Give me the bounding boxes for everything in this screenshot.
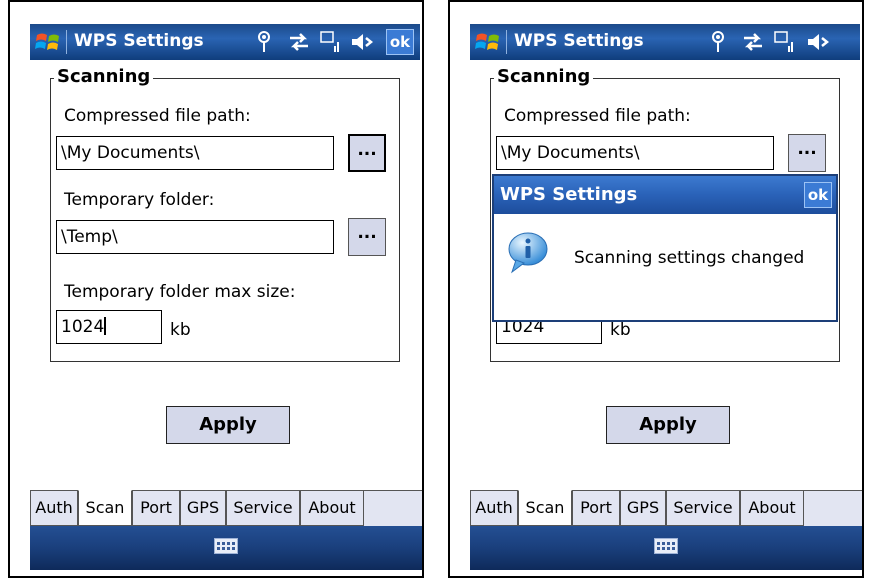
3g-signal-icon[interactable] [774,30,796,54]
compressed-path-value: \My Documents\ [61,143,200,163]
keyboard-icon[interactable] [214,538,238,554]
tab-auth[interactable]: Auth [30,490,78,526]
settings-screen-right: WPS Settings Scanning Compressed file pa… [448,0,864,578]
tab-scan[interactable]: Scan [518,490,572,526]
compressed-path-field[interactable]: \My Documents\ [496,136,774,170]
speaker-icon[interactable] [350,30,374,54]
compressed-path-value: \My Documents\ [501,143,640,163]
group-label: Scanning [494,66,594,87]
dialog-title: WPS Settings [500,184,638,205]
max-size-field[interactable]: 1024 [56,310,162,344]
message-dialog: WPS Settings ok Scanning settings change… [492,174,838,322]
max-size-unit: kb [170,320,191,340]
tab-bar: Auth Scan Port GPS Service About [30,490,422,527]
compressed-path-field[interactable]: \My Documents\ [56,136,334,170]
info-icon [508,232,548,274]
apply-button[interactable]: Apply [606,406,730,444]
title-separator [66,30,67,54]
group-label: Scanning [54,66,154,87]
antenna-icon[interactable] [256,30,272,54]
data-transfer-icon[interactable] [742,30,764,54]
title-bar: WPS Settings ok [30,24,420,60]
tab-port[interactable]: Port [132,490,180,526]
tab-service[interactable]: Service [666,490,740,526]
tab-about[interactable]: About [740,490,804,526]
windows-start-icon[interactable] [34,29,62,55]
window-title: WPS Settings [74,31,204,51]
soft-key-bar [470,526,862,570]
temp-folder-field[interactable]: \Temp\ [56,220,334,254]
title-separator [506,30,507,54]
tab-bar: Auth Scan Port GPS Service About [470,490,862,527]
3g-signal-icon[interactable] [320,30,342,54]
windows-start-icon[interactable] [474,29,502,55]
dialog-ok-button[interactable]: ok [804,182,832,208]
title-bar: WPS Settings [470,24,860,60]
temp-folder-value: \Temp\ [61,227,118,247]
settings-screen-left: WPS Settings ok Scanning Compressed file… [8,0,424,578]
data-transfer-icon[interactable] [288,30,310,54]
apply-button[interactable]: Apply [166,406,290,444]
tab-about[interactable]: About [300,490,364,526]
window-title: WPS Settings [514,31,644,51]
tab-auth[interactable]: Auth [470,490,518,526]
temp-folder-browse-button[interactable]: ... [348,218,386,256]
text-cursor [104,317,107,335]
max-size-unit: kb [610,320,631,340]
tab-gps[interactable]: GPS [180,490,226,526]
speaker-icon[interactable] [806,30,830,54]
dialog-message: Scanning settings changed [574,248,805,268]
soft-key-bar [30,526,422,570]
temp-folder-label: Temporary folder: [64,190,215,210]
compressed-path-browse-button[interactable]: ... [788,134,826,172]
tab-port[interactable]: Port [572,490,620,526]
compressed-path-label: Compressed file path: [504,106,691,126]
ok-button[interactable]: ok [386,29,414,55]
compressed-path-browse-button[interactable]: ... [348,134,386,172]
max-size-value: 1024 [61,317,105,337]
tab-gps[interactable]: GPS [620,490,666,526]
antenna-icon[interactable] [710,30,726,54]
tab-service[interactable]: Service [226,490,300,526]
compressed-path-label: Compressed file path: [64,106,251,126]
tab-scan[interactable]: Scan [78,490,132,526]
max-size-label: Temporary folder max size: [64,282,296,302]
keyboard-icon[interactable] [654,538,678,554]
dialog-title-bar: WPS Settings ok [494,176,836,214]
